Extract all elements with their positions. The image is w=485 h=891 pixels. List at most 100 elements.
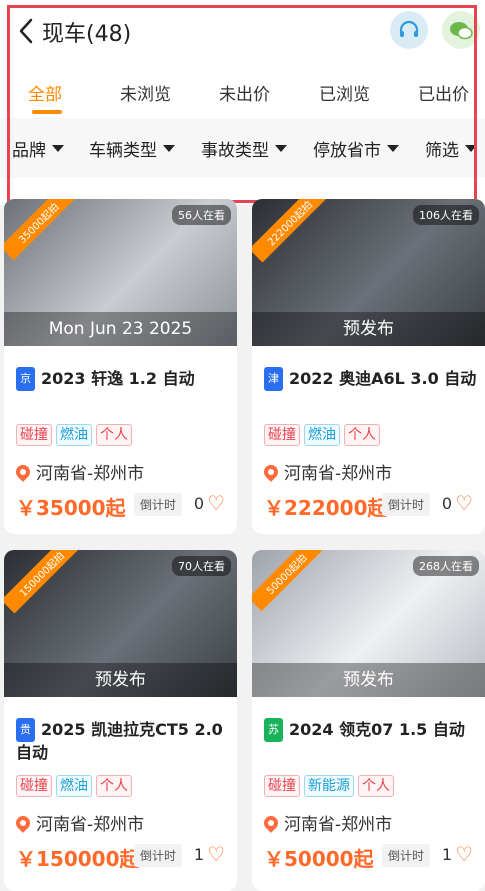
tag: 燃油 — [56, 424, 92, 446]
filter-label: 筛选 — [425, 141, 459, 161]
tab-unbid[interactable]: 未出价 — [219, 80, 270, 105]
heart-icon[interactable]: ♡ — [207, 844, 225, 864]
heart-icon[interactable]: ♡ — [455, 844, 473, 864]
favorite-count: 0 — [193, 493, 205, 513]
tag: 燃油 — [304, 424, 340, 446]
location-pin-icon — [13, 812, 33, 833]
location: 河南省-郑州市 — [261, 459, 393, 484]
countdown-badge: 倒计时 — [382, 493, 431, 516]
plate-badge: 津 — [264, 367, 283, 391]
tab-all[interactable]: 全部 — [28, 80, 62, 105]
filter-label: 车辆类型 — [89, 141, 157, 161]
tab-viewed[interactable]: 已浏览 — [319, 80, 370, 105]
tag: 燃油 — [56, 775, 92, 797]
top-bar: 现车(48) — [0, 0, 485, 62]
filter-vehicle-type[interactable]: 车辆类型 — [89, 136, 175, 161]
location-text: 河南省-郑州市 — [284, 464, 393, 484]
status-tabs: 全部 未浏览 未出价 已浏览 已出价 — [0, 62, 485, 118]
location-pin-icon — [261, 812, 281, 833]
price: ￥150000起 — [16, 847, 140, 871]
tag-list: 碰撞 燃油 个人 — [264, 424, 380, 446]
countdown-badge: 倒计时 — [134, 493, 183, 516]
tag: 个人 — [358, 775, 394, 797]
favorite[interactable]: 0 ♡ — [194, 493, 225, 513]
filter-more[interactable]: 筛选 — [425, 136, 477, 161]
favorite[interactable]: 1 ♡ — [194, 844, 225, 864]
active-tab-indicator — [32, 110, 62, 114]
tag: 碰撞 — [264, 775, 300, 797]
chat-icon — [450, 22, 473, 40]
vehicle-card[interactable]: 35000起拍 56人在看 Mon Jun 23 2025 京 2023 轩逸 1… — [4, 199, 237, 534]
watching-count: 268人在看 — [413, 556, 479, 576]
location-pin-icon — [261, 461, 281, 482]
tag-list: 碰撞 新能源 个人 — [264, 775, 394, 797]
filter-label: 品牌 — [12, 141, 46, 161]
customer-service-button[interactable] — [390, 11, 428, 49]
vehicle-card[interactable]: 150000起拍 70人在看 预发布 贵 2025 凯迪拉克CT5 2.0 自动 … — [4, 550, 237, 891]
filter-bar: 品牌 车辆类型 事故类型 停放省市 筛选 — [0, 118, 485, 178]
location-text: 河南省-郑州市 — [36, 815, 145, 835]
prerelease-overlay: 预发布 — [4, 663, 237, 697]
starting-price-ribbon: 222000起拍 — [252, 199, 330, 263]
tab-bid[interactable]: 已出价 — [418, 80, 469, 105]
price: ￥222000起 — [264, 496, 388, 520]
caret-down-icon — [275, 145, 287, 152]
countdown-badge: 倒计时 — [382, 844, 431, 867]
caret-down-icon — [387, 145, 399, 152]
location: 河南省-郑州市 — [13, 459, 144, 484]
filter-label: 事故类型 — [201, 141, 269, 161]
vehicle-name-text: 2022 奥迪A6L 3.0 自动 — [289, 369, 477, 388]
caret-down-icon — [52, 145, 64, 152]
location-text: 河南省-郑州市 — [284, 815, 393, 835]
vehicle-name: 贵 2025 凯迪拉克CT5 2.0 自动 — [16, 718, 231, 764]
filter-label: 停放省市 — [313, 141, 381, 161]
tag: 碰撞 — [16, 775, 52, 797]
prerelease-overlay: 预发布 — [252, 663, 485, 697]
vehicle-name: 苏 2024 领克07 1.5 自动 — [264, 718, 479, 742]
location-pin-icon — [13, 461, 33, 482]
vehicle-card[interactable]: 50000起拍 268人在看 预发布 苏 2024 领克07 1.5 自动 碰撞 … — [252, 550, 485, 891]
prerelease-overlay: 预发布 — [252, 312, 485, 346]
favorite[interactable]: 1 ♡ — [442, 844, 473, 864]
caret-down-icon — [465, 145, 477, 152]
tab-unviewed[interactable]: 未浏览 — [120, 80, 171, 105]
filter-accident-type[interactable]: 事故类型 — [201, 136, 287, 161]
filter-brand[interactable]: 品牌 — [12, 136, 64, 161]
favorite-count: 1 — [193, 844, 205, 864]
vehicle-photo: 50000起拍 268人在看 预发布 — [252, 550, 485, 697]
plate-badge: 苏 — [264, 718, 283, 742]
vehicle-photo: 150000起拍 70人在看 预发布 — [4, 550, 237, 697]
favorite-count: 1 — [441, 844, 453, 864]
starting-price-ribbon: 35000起拍 — [4, 199, 76, 261]
vehicle-name-text: 2024 领克07 1.5 自动 — [289, 720, 465, 739]
starting-price-ribbon: 150000起拍 — [4, 550, 82, 614]
starting-price-ribbon: 50000起拍 — [252, 550, 324, 612]
tag: 碰撞 — [16, 424, 52, 446]
tag: 个人 — [344, 424, 380, 446]
tag-list: 碰撞 燃油 个人 — [16, 775, 132, 797]
chat-button[interactable] — [442, 11, 480, 49]
filter-location[interactable]: 停放省市 — [313, 136, 399, 161]
favorite-count: 0 — [441, 493, 453, 513]
tag: 碰撞 — [264, 424, 300, 446]
watching-count: 56人在看 — [172, 205, 231, 225]
header: 现车(48) 全部 未浏览 未出价 已浏览 已出价 品牌 车辆类型 事故类型 停… — [0, 0, 485, 205]
headset-icon — [399, 20, 419, 37]
watching-count: 70人在看 — [172, 556, 231, 576]
location: 河南省-郑州市 — [261, 810, 393, 835]
vehicle-name-text: 2025 凯迪拉克CT5 2.0 自动 — [16, 720, 223, 762]
price: ￥50000起 — [264, 847, 374, 871]
vehicle-photo: 222000起拍 106人在看 预发布 — [252, 199, 485, 346]
vehicle-name-text: 2023 轩逸 1.2 自动 — [41, 369, 195, 388]
vehicle-name: 津 2022 奥迪A6L 3.0 自动 — [264, 367, 479, 391]
heart-icon[interactable]: ♡ — [455, 493, 473, 513]
favorite[interactable]: 0 ♡ — [442, 493, 473, 513]
vehicle-photo: 35000起拍 56人在看 Mon Jun 23 2025 — [4, 199, 237, 346]
page-title: 现车(48) — [42, 22, 132, 47]
heart-icon[interactable]: ♡ — [207, 493, 225, 513]
plate-badge: 贵 — [16, 718, 35, 742]
vehicle-card[interactable]: 222000起拍 106人在看 预发布 津 2022 奥迪A6L 3.0 自动 碰… — [252, 199, 485, 534]
auction-date: Mon Jun 23 2025 — [4, 312, 237, 346]
caret-down-icon — [163, 145, 175, 152]
back-arrow-icon[interactable] — [14, 16, 40, 46]
